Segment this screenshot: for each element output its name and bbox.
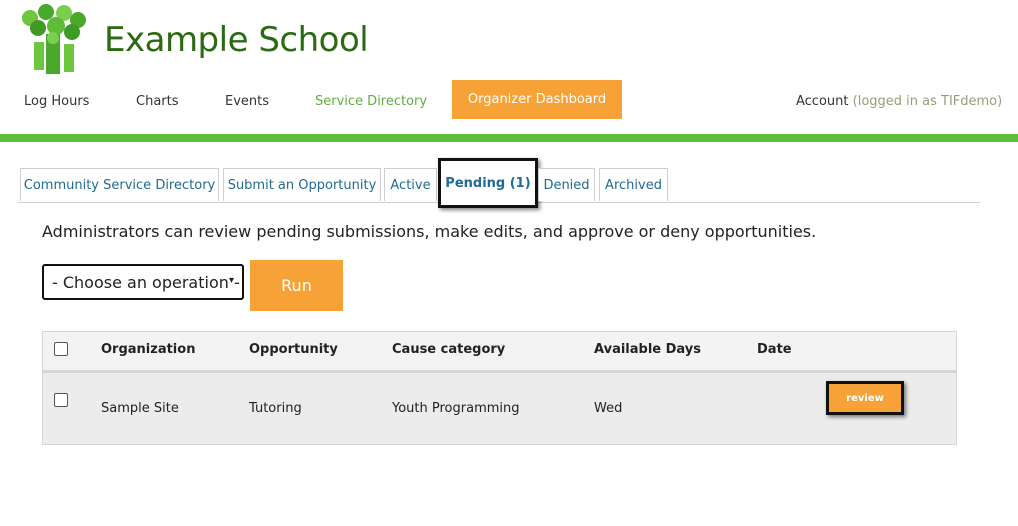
table-row: Sample Site Tutoring Youth Programming W… <box>43 373 956 444</box>
select-arrow-icon: ▾ <box>228 275 234 286</box>
tab-submit-opportunity[interactable]: Submit an Opportunity <box>223 168 381 201</box>
operation-select[interactable]: - Choose an operation - ▾ <box>42 264 244 300</box>
col-available-days: Available Days <box>594 342 702 357</box>
tab-community-service-directory[interactable]: Community Service Directory <box>20 168 219 201</box>
select-all-checkbox[interactable] <box>54 342 68 356</box>
tab-denied[interactable]: Denied <box>538 168 595 201</box>
row-checkbox[interactable] <box>54 393 68 407</box>
tab-pending[interactable]: Pending (1) <box>438 158 538 208</box>
account-info: Account (logged in as TIFdemo) <box>796 94 1002 109</box>
cell-organization: Sample Site <box>101 401 179 416</box>
tree-logo-icon <box>22 4 86 74</box>
header-divider <box>0 134 1018 142</box>
col-cause-category: Cause category <box>392 342 506 357</box>
run-button[interactable]: Run <box>250 260 343 311</box>
site-title: Example School <box>104 20 369 60</box>
nav-account[interactable]: Account <box>796 94 849 109</box>
logged-in-status: (logged in as TIFdemo) <box>852 94 1003 109</box>
col-opportunity: Opportunity <box>249 342 338 357</box>
cell-opportunity: Tutoring <box>249 401 302 416</box>
col-organization: Organization <box>101 342 196 357</box>
tab-active[interactable]: Active <box>384 168 437 201</box>
cell-cause-category: Youth Programming <box>392 401 520 416</box>
tab-archived[interactable]: Archived <box>599 168 668 201</box>
school-logo <box>16 4 92 74</box>
col-date: Date <box>757 342 792 357</box>
pending-table: Organization Opportunity Cause category … <box>42 331 957 445</box>
main-nav: Log Hours Charts Events Service Director… <box>0 80 1018 136</box>
nav-organizer-dashboard[interactable]: Organizer Dashboard <box>452 80 622 119</box>
nav-charts[interactable]: Charts <box>136 94 179 109</box>
cell-available-days: Wed <box>594 401 623 416</box>
page-description: Administrators can review pending submis… <box>42 222 817 241</box>
nav-events[interactable]: Events <box>225 94 269 109</box>
directory-tabs: Community Service Directory Submit an Op… <box>18 158 980 208</box>
review-button[interactable]: review <box>826 381 904 415</box>
operation-select-value: - Choose an operation - <box>52 272 240 292</box>
table-header: Organization Opportunity Cause category … <box>43 332 956 373</box>
nav-log-hours[interactable]: Log Hours <box>24 94 89 109</box>
nav-service-directory[interactable]: Service Directory <box>315 94 427 109</box>
